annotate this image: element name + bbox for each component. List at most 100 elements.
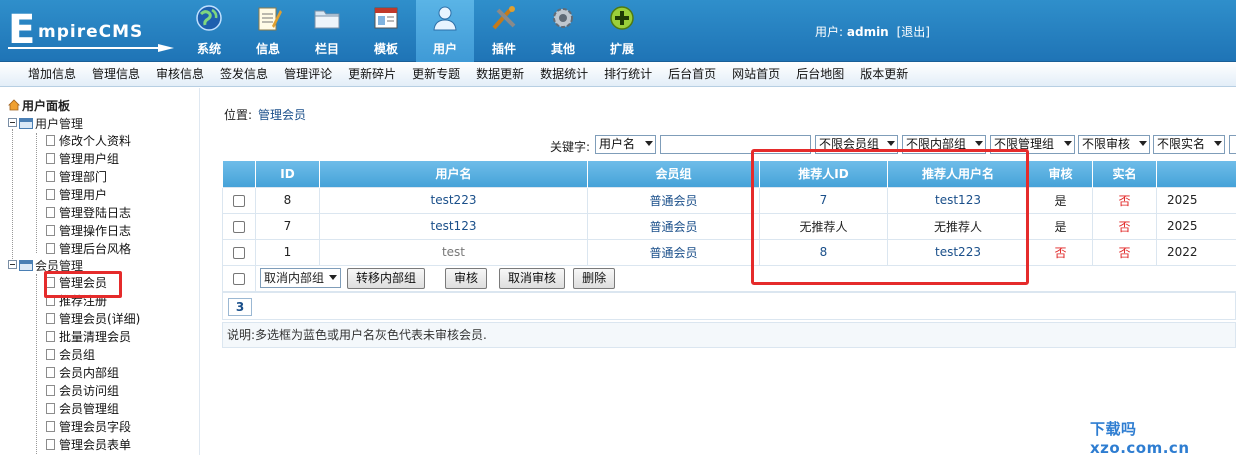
review-select[interactable]: 不限审核 (1078, 135, 1150, 154)
nav-column[interactable]: 栏目 (298, 0, 356, 62)
nav-plugin[interactable]: 插件 (475, 0, 533, 62)
collapse-icon[interactable] (8, 260, 17, 269)
submenu-review-info[interactable]: 审核信息 (156, 67, 204, 81)
nav-other[interactable]: 其他 (534, 0, 592, 62)
nav-template[interactable]: 模板 (357, 0, 415, 62)
cell-review[interactable]: 否 (1029, 239, 1093, 265)
cell-review[interactable]: 是 (1029, 187, 1093, 213)
submenu-version-update[interactable]: 版本更新 (860, 67, 908, 81)
field-select[interactable]: 用户名 (595, 135, 656, 154)
nav-extend-label: 扩展 (593, 40, 651, 57)
cell-realname[interactable]: 否 (1093, 213, 1157, 239)
row-checkbox[interactable] (233, 195, 245, 207)
cell-date: 2025 (1157, 213, 1236, 239)
chevron-down-icon (329, 275, 337, 280)
approve-button[interactable]: 审核 (445, 268, 487, 289)
gear-icon (549, 4, 577, 32)
cell-realname[interactable]: 否 (1093, 239, 1157, 265)
cell-username[interactable]: test223 (431, 193, 477, 207)
cell-group[interactable]: 普通会员 (649, 194, 697, 208)
submenu-update-fragments[interactable]: 更新碎片 (348, 67, 396, 81)
document-icon (46, 421, 55, 432)
page-current[interactable]: 3 (228, 298, 252, 316)
nav-system-label: 系统 (180, 40, 238, 57)
col-select (223, 161, 256, 187)
move-internal-group-button[interactable]: 转移内部组 (347, 268, 425, 289)
sidebar-item-users[interactable]: 管理用户 (46, 187, 107, 204)
nav-info-label: 信息 (239, 40, 297, 57)
chevron-down-icon (1139, 141, 1147, 146)
submenu-add-info[interactable]: 增加信息 (28, 67, 76, 81)
delete-button[interactable]: 删除 (573, 268, 615, 289)
document-icon (46, 385, 55, 396)
table-header: ID 用户名 会员组 推荐人ID 推荐人用户名 审核 实名 (223, 161, 1236, 187)
submenu-update-topics[interactable]: 更新专题 (412, 67, 460, 81)
select-all-checkbox[interactable] (233, 273, 245, 285)
collapse-icon[interactable] (8, 118, 17, 127)
sidebar-item-departments[interactable]: 管理部门 (46, 169, 107, 186)
row-checkbox[interactable] (233, 221, 245, 233)
sidebar-item-member-fields[interactable]: 管理会员字段 (46, 419, 131, 436)
sidebar-item-access-groups[interactable]: 会员访问组 (46, 383, 119, 400)
submenu-manage-info[interactable]: 管理信息 (92, 67, 140, 81)
sidebar-item-user-groups[interactable]: 管理用户组 (46, 151, 119, 168)
cell-review[interactable]: 是 (1029, 213, 1093, 239)
sidebar-item-internal-groups[interactable]: 会员内部组 (46, 365, 119, 382)
sidebar-item-members-detail[interactable]: 管理会员(详细) (46, 311, 140, 328)
folder-icon (313, 4, 341, 32)
empirecms-logo[interactable]: E mpireCMS (6, 8, 176, 54)
search-button[interactable] (1229, 135, 1236, 154)
sidebar-item-member-groups[interactable]: 会员组 (46, 347, 95, 364)
nav-user[interactable]: 用户 (416, 0, 474, 62)
cell-username[interactable]: test123 (431, 219, 477, 233)
plus-icon (608, 4, 636, 32)
user-info: 用户: admin [退出] (815, 23, 930, 40)
table-actions-row: 取消内部组转移内部组审核取消审核删除 (223, 265, 1236, 291)
document-icon (46, 349, 55, 360)
col-realname[interactable]: 实名 (1093, 161, 1157, 187)
nav-info[interactable]: 信息 (239, 0, 297, 62)
submenu-site-home[interactable]: 网站首页 (732, 67, 780, 81)
sidebar-item-admin-groups[interactable]: 会员管理组 (46, 401, 119, 418)
submenu-admin-home[interactable]: 后台首页 (668, 67, 716, 81)
cancel-approve-button[interactable]: 取消审核 (499, 268, 565, 289)
cell-date: 2022 (1157, 239, 1236, 265)
highlight-annotation (44, 271, 122, 298)
breadcrumb-current[interactable]: 管理会员 (258, 108, 306, 122)
col-username[interactable]: 用户名 (320, 161, 588, 187)
tree-line (36, 274, 37, 454)
col-member-group[interactable]: 会员组 (588, 161, 760, 187)
col-id[interactable]: ID (256, 161, 320, 187)
sidebar-title: 用户面板 (8, 97, 70, 114)
cell-username[interactable]: test (442, 245, 465, 259)
submenu-manage-comments[interactable]: 管理评论 (284, 67, 332, 81)
document-icon (46, 367, 55, 378)
group-user-manage[interactable]: 用户管理 (8, 116, 83, 132)
globe-icon (195, 4, 223, 32)
logout-link[interactable]: [退出] (897, 25, 930, 39)
document-icon (46, 135, 55, 146)
sidebar-item-member-forms[interactable]: 管理会员表单 (46, 437, 131, 454)
nav-extend[interactable]: 扩展 (593, 0, 651, 62)
row-checkbox[interactable] (233, 247, 245, 259)
notepad-icon (254, 4, 282, 32)
submenu-data-stats[interactable]: 数据统计 (540, 67, 588, 81)
sidebar-item-admin-style[interactable]: 管理后台风格 (46, 241, 131, 258)
realname-select[interactable]: 不限实名 (1153, 135, 1225, 154)
submenu-admin-map[interactable]: 后台地图 (796, 67, 844, 81)
sidebar-item-batch-clean[interactable]: 批量清理会员 (46, 329, 131, 346)
sidebar-item-login-log[interactable]: 管理登陆日志 (46, 205, 131, 222)
col-date[interactable] (1157, 161, 1236, 187)
cancel-internal-group-select[interactable]: 取消内部组 (260, 268, 341, 288)
submenu-sign-info[interactable]: 签发信息 (220, 67, 268, 81)
sidebar-item-edit-profile[interactable]: 修改个人资料 (46, 133, 131, 150)
nav-system[interactable]: 系统 (180, 0, 238, 62)
cell-group[interactable]: 普通会员 (649, 246, 697, 260)
cell-realname[interactable]: 否 (1093, 187, 1157, 213)
col-review[interactable]: 审核 (1029, 161, 1093, 187)
submenu-rank-stats[interactable]: 排行统计 (604, 67, 652, 81)
cell-group[interactable]: 普通会员 (649, 220, 697, 234)
sidebar-item-operation-log[interactable]: 管理操作日志 (46, 223, 131, 240)
submenu-data-update[interactable]: 数据更新 (476, 67, 524, 81)
nav-template-label: 模板 (357, 40, 415, 57)
